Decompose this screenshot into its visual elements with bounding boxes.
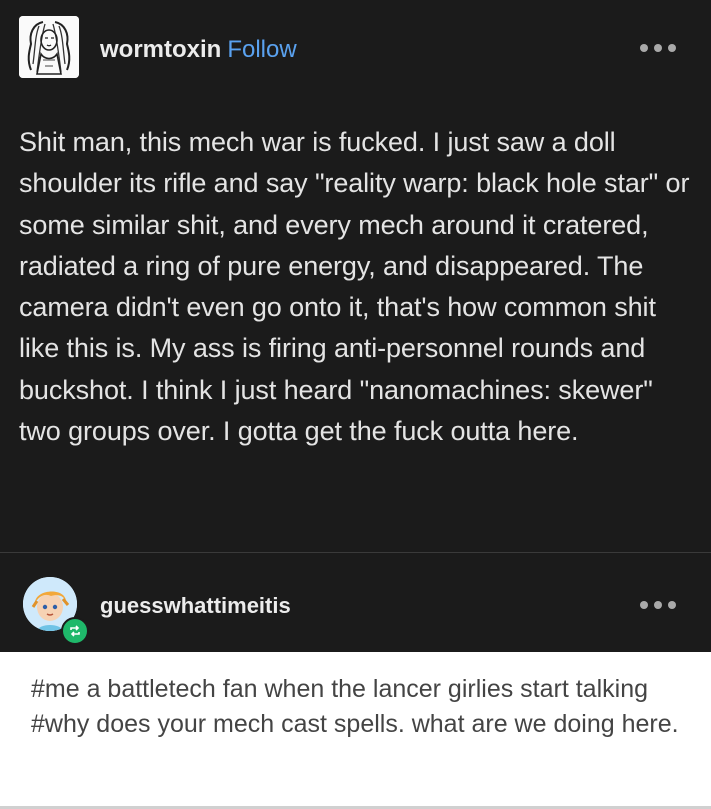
username-link[interactable]: wormtoxin	[100, 36, 221, 63]
avatar-drawing-icon	[19, 16, 79, 78]
more-options-icon[interactable]	[638, 36, 678, 60]
dot	[640, 44, 648, 52]
dot	[654, 601, 662, 609]
tags-panel: #me a battletech fan when the lancer gir…	[0, 652, 711, 809]
dot	[640, 601, 648, 609]
avatar[interactable]	[19, 16, 79, 78]
reblog-icon	[61, 617, 89, 645]
more-options-icon[interactable]	[638, 593, 678, 617]
post-header: wormtoxin Follow	[0, 0, 711, 100]
reblog-tags: #me a battletech fan when the lancer gir…	[31, 675, 679, 738]
reblog-header: guesswhattimeitis	[0, 553, 711, 651]
dot	[654, 44, 662, 52]
post-author: wormtoxin Follow	[100, 34, 297, 66]
follow-button[interactable]: Follow	[227, 36, 296, 63]
dot	[668, 601, 676, 609]
dot	[668, 44, 676, 52]
reblogger-username[interactable]: guesswhattimeitis	[100, 591, 291, 621]
post-body: Shit man, this mech war is fucked. I jus…	[19, 127, 690, 447]
reblog-arrows-icon	[70, 625, 80, 637]
